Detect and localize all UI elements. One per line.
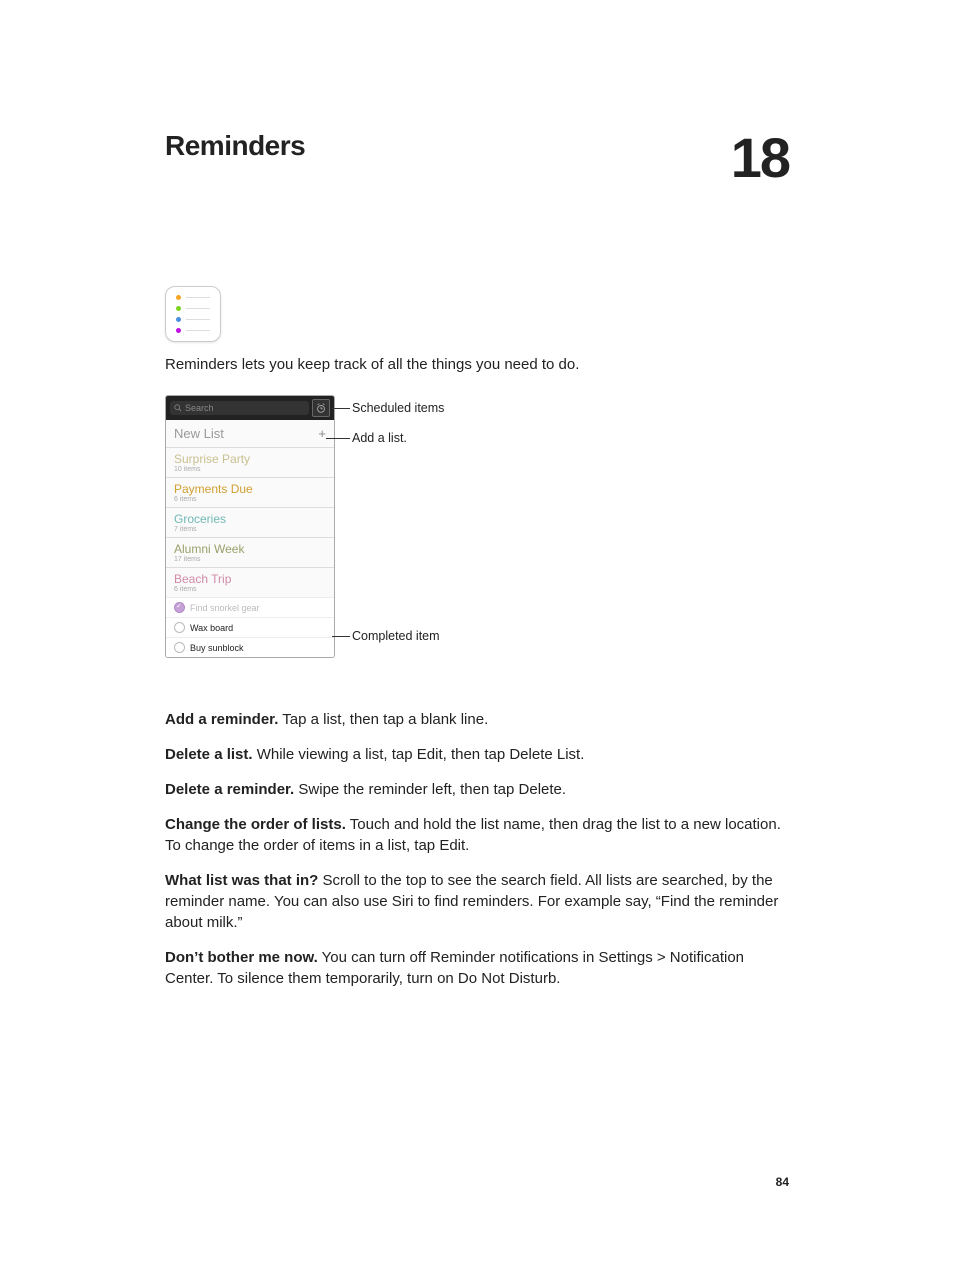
list-count: 17 items xyxy=(174,556,326,563)
chapter-number: 18 xyxy=(731,130,789,186)
plus-icon[interactable]: + xyxy=(318,426,326,441)
callout-scheduled: Scheduled items xyxy=(352,401,444,415)
list-item[interactable]: Payments Due 6 items xyxy=(166,478,334,508)
callout-completed: Completed item xyxy=(352,629,440,643)
phone-screenshot: Search New List + Surprise Party 10 item… xyxy=(165,395,335,658)
checkbox-checked-icon[interactable] xyxy=(174,602,185,613)
paragraph: Delete a list. While viewing a list, tap… xyxy=(165,744,789,765)
paragraph: Delete a reminder. Swipe the reminder le… xyxy=(165,779,789,800)
reminder-label: Find snorkel gear xyxy=(190,603,260,613)
new-list-row[interactable]: New List + xyxy=(166,420,334,448)
search-placeholder: Search xyxy=(185,403,214,413)
reminder-label: Buy sunblock xyxy=(190,643,244,653)
callout-add-list: Add a list. xyxy=(352,431,407,445)
list-item[interactable]: Beach Trip 6 items xyxy=(166,568,334,597)
reminder-label: Wax board xyxy=(190,623,233,633)
intro-text: Reminders lets you keep track of all the… xyxy=(165,354,789,375)
list-title: Alumni Week xyxy=(174,542,326,556)
checkbox-icon[interactable] xyxy=(174,622,185,633)
list-count: 6 items xyxy=(174,586,326,593)
clock-icon xyxy=(315,402,327,414)
list-count: 6 items xyxy=(174,496,326,503)
list-title: Payments Due xyxy=(174,482,326,496)
reminders-app-icon xyxy=(165,286,221,342)
paragraph: Don’t bother me now. You can turn off Re… xyxy=(165,947,789,989)
chapter-title: Reminders xyxy=(165,130,305,162)
list-count: 7 items xyxy=(174,526,326,533)
list-title: Surprise Party xyxy=(174,452,326,466)
checkbox-icon[interactable] xyxy=(174,642,185,653)
list-title: Groceries xyxy=(174,512,326,526)
list-title: Beach Trip xyxy=(174,572,326,586)
screenshot-figure: Search New List + Surprise Party 10 item… xyxy=(165,395,789,685)
reminder-item[interactable]: Wax board xyxy=(166,617,334,637)
search-input[interactable]: Search xyxy=(170,401,309,415)
list-item[interactable]: Surprise Party 10 items xyxy=(166,448,334,478)
search-icon xyxy=(174,404,182,412)
paragraph: What list was that in? Scroll to the top… xyxy=(165,870,789,933)
new-list-label: New List xyxy=(174,426,224,441)
list-item[interactable]: Alumni Week 17 items xyxy=(166,538,334,568)
reminder-item[interactable]: Find snorkel gear xyxy=(166,597,334,617)
reminder-item[interactable]: Buy sunblock xyxy=(166,637,334,657)
list-item[interactable]: Groceries 7 items xyxy=(166,508,334,538)
scheduled-button[interactable] xyxy=(312,399,330,417)
page-number: 84 xyxy=(776,1175,789,1189)
dot-icon xyxy=(176,328,181,333)
dot-icon xyxy=(176,295,181,300)
list-count: 10 items xyxy=(174,466,326,473)
dot-icon xyxy=(176,317,181,322)
paragraph: Change the order of lists. Touch and hol… xyxy=(165,814,789,856)
dot-icon xyxy=(176,306,181,311)
paragraph: Add a reminder. Tap a list, then tap a b… xyxy=(165,709,789,730)
